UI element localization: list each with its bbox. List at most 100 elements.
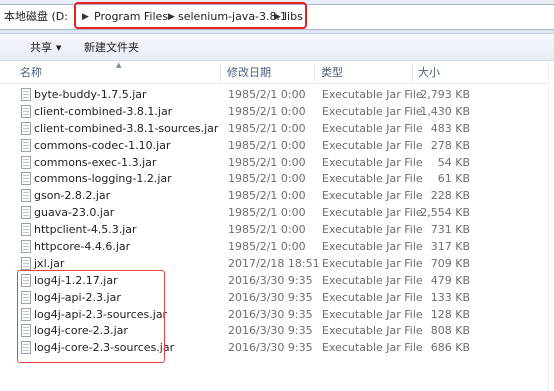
file-size: 479 KB bbox=[430, 273, 470, 287]
file-name: gson-2.8.2.jar bbox=[34, 189, 111, 203]
file-row[interactable]: commons-logging-1.2.jar 1985/2/1 0:00 Exec… bbox=[0, 170, 554, 187]
file-row[interactable]: httpclient-4.5.3.jar 1985/2/1 0:00 Executa… bbox=[0, 221, 554, 238]
file-size: 128 KB bbox=[430, 307, 470, 321]
address-bar: 本地磁盘 (D: ▶ Program Files ▶ selenium-java… bbox=[0, 0, 554, 34]
jar-file-icon bbox=[21, 256, 31, 270]
file-name: log4j-core-2.3.jar bbox=[34, 324, 128, 338]
breadcrumb[interactable]: 本地磁盘 (D: ▶ Program Files ▶ selenium-java… bbox=[0, 4, 554, 30]
file-date: 1985/2/1 0:00 bbox=[228, 88, 306, 101]
column-divider[interactable] bbox=[412, 64, 413, 82]
file-date: 1985/2/1 0:00 bbox=[228, 104, 306, 118]
new-folder-button[interactable]: 新建文件夹 bbox=[84, 34, 139, 61]
command-toolbar: 共享 ▼ 新建文件夹 bbox=[0, 34, 554, 61]
file-name: client-combined-3.8.1.jar bbox=[34, 104, 173, 118]
file-name: byte-buddy-1.7.5.jar bbox=[34, 88, 147, 101]
file-date: 2016/3/30 9:35 bbox=[228, 341, 313, 355]
column-date[interactable]: 修改日期 bbox=[227, 62, 271, 84]
file-row[interactable]: byte-buddy-1.7.5.jar 1985/2/1 0:00 Executa… bbox=[0, 86, 554, 103]
jar-file-icon bbox=[21, 324, 31, 338]
file-row[interactable]: guava-23.0.jar 1985/2/1 0:00 Executable Ja… bbox=[0, 204, 554, 221]
file-name: commons-codec-1.10.jar bbox=[34, 138, 171, 152]
file-size: 2,554 KB bbox=[420, 206, 470, 220]
column-type[interactable]: 类型 bbox=[321, 62, 343, 84]
chevron-right-icon[interactable]: ▶ bbox=[82, 5, 89, 29]
file-date: 1985/2/1 0:00 bbox=[228, 138, 306, 152]
share-button[interactable]: 共享 ▼ bbox=[30, 34, 61, 61]
file-date: 1985/2/1 0:00 bbox=[228, 155, 306, 169]
file-row[interactable]: commons-exec-1.3.jar 1985/2/1 0:00 Executa… bbox=[0, 154, 554, 171]
file-name: httpcore-4.4.6.jar bbox=[34, 240, 131, 254]
file-size: 278 KB bbox=[430, 138, 470, 152]
jar-file-icon bbox=[21, 240, 31, 254]
file-size: 2,793 KB bbox=[420, 88, 470, 101]
file-date: 1985/2/1 0:00 bbox=[228, 121, 306, 135]
file-name: log4j-core-2.3-sources.jar bbox=[34, 341, 175, 355]
file-size: 228 KB bbox=[430, 189, 470, 203]
file-size: 317 KB bbox=[430, 240, 470, 254]
file-date: 2017/2/18 18:51 bbox=[228, 256, 320, 270]
file-size: 808 KB bbox=[430, 324, 470, 338]
breadcrumb-libs[interactable]: libs bbox=[284, 5, 303, 29]
sort-ascending-icon: ▲ bbox=[116, 61, 122, 69]
jar-file-icon bbox=[21, 172, 31, 186]
jar-file-icon bbox=[21, 273, 31, 287]
breadcrumb-drive[interactable]: 本地磁盘 (D: bbox=[4, 5, 68, 29]
file-date: 1985/2/1 0:00 bbox=[228, 172, 306, 186]
file-name: commons-logging-1.2.jar bbox=[34, 172, 172, 186]
file-date: 2016/3/30 9:35 bbox=[228, 273, 313, 287]
jar-file-icon bbox=[21, 189, 31, 203]
column-header-row: ▲ 名称 修改日期 类型 大小 bbox=[0, 61, 554, 84]
jar-file-icon bbox=[21, 121, 31, 135]
jar-file-icon bbox=[21, 155, 31, 169]
file-size: 731 KB bbox=[430, 223, 470, 237]
jar-file-icon bbox=[21, 88, 31, 101]
jar-file-icon bbox=[21, 307, 31, 321]
breadcrumb-program-files[interactable]: Program Files bbox=[94, 5, 168, 29]
file-size: 54 KB bbox=[437, 155, 470, 169]
column-name[interactable]: 名称 bbox=[20, 62, 42, 84]
file-name: commons-exec-1.3.jar bbox=[34, 155, 157, 169]
column-divider[interactable] bbox=[220, 64, 221, 82]
file-date: 2016/3/30 9:35 bbox=[228, 324, 313, 338]
file-row[interactable]: log4j-core-2.3.jar 2016/3/30 9:35 Executab… bbox=[0, 322, 554, 339]
file-row[interactable]: gson-2.8.2.jar 1985/2/1 0:00 Executable Ja… bbox=[0, 187, 554, 204]
scrollbar[interactable] bbox=[548, 62, 554, 391]
column-size[interactable]: 大小 bbox=[418, 62, 440, 84]
file-name: httpclient-4.5.3.jar bbox=[34, 223, 137, 237]
file-row[interactable]: client-combined-3.8.1-sources.jar 1985/2/… bbox=[0, 120, 554, 137]
file-name: log4j-api-2.3-sources.jar bbox=[34, 307, 168, 321]
file-size: 1,430 KB bbox=[420, 104, 470, 118]
file-row[interactable]: log4j-api-2.3-sources.jar 2016/3/30 9:35 E… bbox=[0, 306, 554, 323]
file-name: client-combined-3.8.1-sources.jar bbox=[34, 121, 219, 135]
file-size: 709 KB bbox=[430, 256, 470, 270]
file-name: guava-23.0.jar bbox=[34, 206, 115, 220]
file-row[interactable]: log4j-1.2.17.jar 2016/3/30 9:35 Executable… bbox=[0, 272, 554, 289]
file-date: 1985/2/1 0:00 bbox=[228, 240, 306, 254]
jar-file-icon bbox=[21, 341, 31, 355]
jar-file-icon bbox=[21, 223, 31, 237]
file-list: byte-buddy-1.7.5.jar 1985/2/1 0:00 Executa… bbox=[0, 86, 554, 356]
column-divider[interactable] bbox=[314, 64, 315, 82]
file-name: log4j-api-2.3.jar bbox=[34, 290, 121, 304]
jar-file-icon bbox=[21, 104, 31, 118]
chevron-right-icon[interactable]: ▶ bbox=[274, 5, 281, 29]
file-row[interactable]: commons-codec-1.10.jar 1985/2/1 0:00 Execu… bbox=[0, 137, 554, 154]
file-size: 686 KB bbox=[430, 341, 470, 355]
jar-file-icon bbox=[21, 206, 31, 220]
file-size: 61 KB bbox=[437, 172, 470, 186]
file-row[interactable]: jxl.jar 2017/2/18 18:51 Executable Jar Fil… bbox=[0, 255, 554, 272]
breadcrumb-selenium[interactable]: selenium-java-3.8.1 bbox=[178, 5, 287, 29]
chevron-right-icon[interactable]: ▶ bbox=[168, 5, 175, 29]
file-date: 2016/3/30 9:35 bbox=[228, 290, 313, 304]
file-row[interactable]: client-combined-3.8.1.jar 1985/2/1 0:00 Ex… bbox=[0, 103, 554, 120]
file-name: jxl.jar bbox=[34, 256, 65, 270]
file-row[interactable]: log4j-core-2.3-sources.jar 2016/3/30 9:35… bbox=[0, 339, 554, 356]
jar-file-icon bbox=[21, 138, 31, 152]
file-row[interactable]: log4j-api-2.3.jar 2016/3/30 9:35 Executabl… bbox=[0, 289, 554, 306]
file-date: 2016/3/30 9:35 bbox=[228, 307, 313, 321]
file-row[interactable]: httpcore-4.4.6.jar 1985/2/1 0:00 Executabl… bbox=[0, 238, 554, 255]
caret-down-icon: ▼ bbox=[56, 44, 62, 52]
file-size: 483 KB bbox=[430, 121, 470, 135]
file-size: 133 KB bbox=[430, 290, 470, 304]
jar-file-icon bbox=[21, 290, 31, 304]
